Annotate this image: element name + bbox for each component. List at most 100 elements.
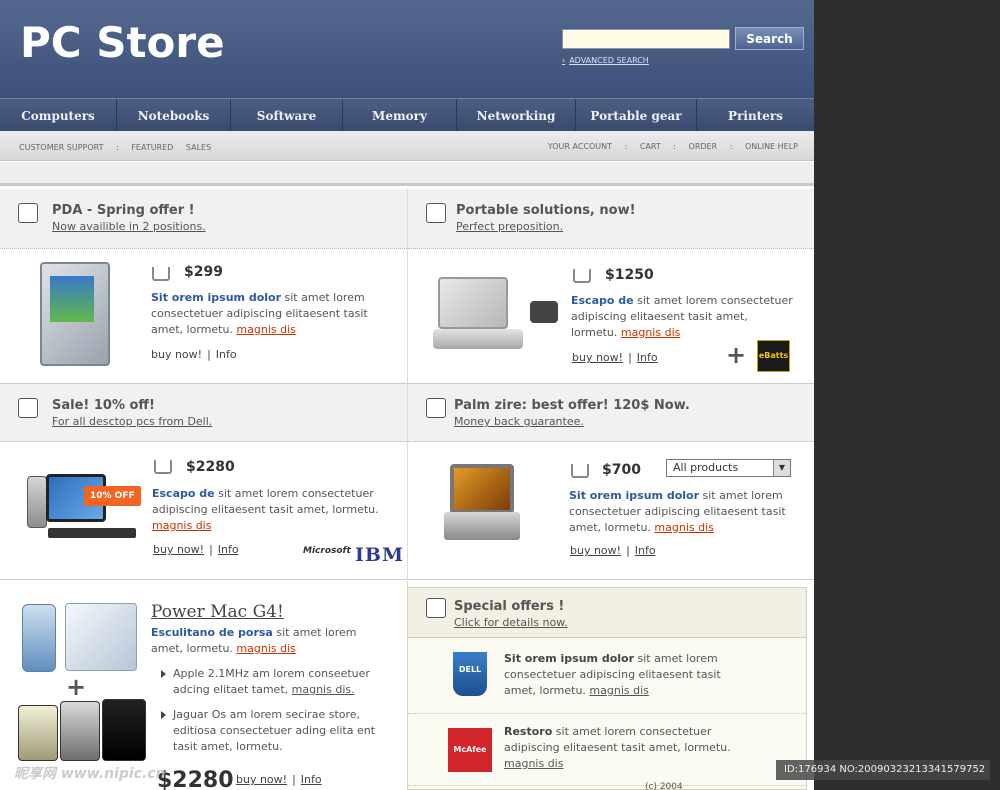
nav-notebooks[interactable]: Notebooks	[117, 99, 231, 132]
buy-now-link[interactable]: buy now!	[236, 773, 287, 786]
search-input[interactable]	[562, 29, 730, 49]
microsoft-logo[interactable]: Microsoft	[303, 546, 351, 556]
link-cart[interactable]: CART	[640, 142, 661, 151]
nav-portable-gear[interactable]: Portable gear	[576, 99, 697, 132]
nav-software[interactable]: Software	[231, 99, 343, 132]
advanced-search-label[interactable]: ADVANCED SEARCH	[569, 56, 649, 65]
magnis-link[interactable]: magnis dis	[589, 684, 648, 697]
offer-subtitle-link[interactable]: Money back guarantee.	[454, 415, 584, 428]
magnis-link[interactable]: magnis dis	[236, 642, 295, 655]
info-link[interactable]: Info	[216, 348, 237, 361]
ibm-logo[interactable]: IBM	[355, 544, 404, 566]
cart-icon	[573, 269, 591, 283]
offer-title: Sale! 10% off!	[52, 398, 155, 413]
magnis-link[interactable]: magnis dis	[504, 757, 563, 770]
feature-bullet: Apple 2.1MHz am lorem conseetuer adcing …	[173, 666, 378, 698]
plus-icon: +	[726, 341, 747, 369]
camera-image	[530, 301, 558, 323]
discount-badge: 10% OFF	[84, 486, 141, 506]
product-name-link[interactable]: Escapo de	[152, 487, 215, 500]
store-logo[interactable]: PC Store	[20, 18, 225, 67]
powermac-title-link[interactable]: Power Mac G4!	[151, 602, 284, 622]
info-icon	[426, 203, 446, 223]
notebook-base	[444, 512, 520, 540]
magnis-link[interactable]: magnis dis	[152, 519, 211, 532]
nav-printers[interactable]: Printers	[697, 99, 814, 132]
offer-name-link[interactable]: Restoro	[504, 725, 552, 738]
product-filter-select[interactable]: All products ▼	[666, 459, 791, 477]
offer-subtitle-link[interactable]: Perfect preposition.	[456, 220, 563, 233]
link-featured[interactable]: FEATURED	[131, 143, 173, 152]
product-name-link[interactable]: Esculitano de porsa	[151, 626, 273, 639]
subnav-separator: :	[624, 142, 628, 151]
link-your-account[interactable]: YOUR ACCOUNT	[548, 142, 612, 151]
price: $2280	[186, 459, 235, 475]
ebatts-logo[interactable]: eBatts	[757, 340, 790, 372]
product-name-link[interactable]: Sit orem ipsum dolor	[569, 489, 699, 502]
plus-icon: +	[66, 673, 87, 701]
mac-tower-image[interactable]	[22, 604, 56, 672]
info-link[interactable]: Info	[637, 351, 658, 364]
software-box-image	[18, 705, 58, 761]
notebook-image[interactable]	[450, 464, 514, 514]
offer-sale: Sale! 10% off! For all desctop pcs from …	[0, 384, 408, 580]
offer-subtitle-link[interactable]: For all desctop pcs from Dell.	[52, 415, 212, 428]
pda-image[interactable]	[40, 262, 110, 366]
info-link[interactable]: Info	[635, 544, 656, 557]
mcafee-logo[interactable]: McAfee	[448, 728, 492, 772]
chevron-right-icon: ›	[562, 56, 566, 65]
product-name-link[interactable]: Escapo de	[571, 294, 634, 307]
image-id-label: ID:176934 NO:20090323213341579752	[776, 760, 990, 780]
mac-cube-image[interactable]	[65, 603, 137, 671]
buy-row: buy now! | Info	[572, 351, 658, 364]
offer-description: Sit orem ipsum dolor sit amet lorem cons…	[504, 651, 734, 699]
info-link[interactable]: Info	[218, 543, 239, 556]
subnav-separator: :	[673, 142, 676, 151]
laptop-image[interactable]	[438, 277, 508, 329]
bullet-arrow-icon	[161, 670, 166, 678]
buy-now-link[interactable]: buy now!	[572, 351, 623, 364]
offer-header: PDA - Spring offer ! Now availible in 2 …	[0, 189, 407, 249]
special-subtitle-link[interactable]: Click for details now.	[454, 616, 568, 629]
link-order[interactable]: ORDER	[689, 142, 718, 151]
special-offer-row: DELL Sit orem ipsum dolor sit amet lorem…	[408, 638, 806, 714]
product-description: Sit orem ipsum dolor sit amet lorem cons…	[569, 488, 794, 536]
magnis-link[interactable]: magnis dis	[236, 323, 295, 336]
main-nav: Computers Notebooks Software Memory Netw…	[0, 98, 814, 132]
dell-logo[interactable]: DELL	[453, 652, 487, 696]
software-box-image	[60, 701, 100, 761]
tower-image	[27, 476, 47, 528]
link-customer-support[interactable]: CUSTOMER SUPPORT	[19, 143, 104, 152]
magnis-link[interactable]: magnis dis.	[292, 683, 355, 696]
product-description: Esculitano de porsa sit amet lorem amet,…	[151, 625, 381, 657]
offer-header: Sale! 10% off! For all desctop pcs from …	[0, 384, 407, 442]
software-box-image	[102, 699, 146, 761]
clipboard-icon	[426, 598, 446, 618]
special-offers-panel: Special offers ! Click for details now. …	[407, 587, 807, 790]
product-description: Escapo de sit amet lorem consectetuer ad…	[571, 293, 796, 341]
offer-description: Restoro sit amet lorem consectetuer adip…	[504, 724, 734, 772]
buy-now-link[interactable]: buy now!	[151, 348, 202, 361]
nav-computers[interactable]: Computers	[0, 99, 117, 132]
info-link[interactable]: Info	[301, 773, 322, 786]
magnis-link[interactable]: magnis dis	[621, 326, 680, 339]
nav-memory[interactable]: Memory	[343, 99, 457, 132]
feature-bullet: Jaguar Os am lorem secirae store, editio…	[173, 708, 376, 753]
product-description: Escapo de sit amet lorem consectetuer ad…	[152, 486, 382, 534]
offer-subtitle-link[interactable]: Now availible in 2 positions.	[52, 220, 206, 233]
buy-now-link[interactable]: buy now!	[570, 544, 621, 557]
buy-row: buy now! | Info	[151, 348, 237, 361]
magnis-link[interactable]: magnis dis	[654, 521, 713, 534]
link-sales[interactable]: SALES	[186, 143, 211, 152]
header: PC Store Search › ADVANCED SEARCH	[0, 0, 814, 98]
link-online-help[interactable]: ONLINE HELP	[745, 142, 798, 151]
offer-name-link[interactable]: Sit orem ipsum dolor	[504, 652, 634, 665]
search-button[interactable]: Search	[735, 27, 804, 50]
buy-row: buy now! | Info	[153, 543, 239, 556]
buy-now-link[interactable]: buy now!	[153, 543, 204, 556]
chevron-down-icon[interactable]: ▼	[773, 460, 790, 476]
product-name-link[interactable]: Sit orem ipsum dolor	[151, 291, 281, 304]
advanced-search-link[interactable]: › ADVANCED SEARCH	[562, 56, 649, 65]
subnav-separator: :	[116, 143, 119, 152]
nav-networking[interactable]: Networking	[457, 99, 576, 132]
